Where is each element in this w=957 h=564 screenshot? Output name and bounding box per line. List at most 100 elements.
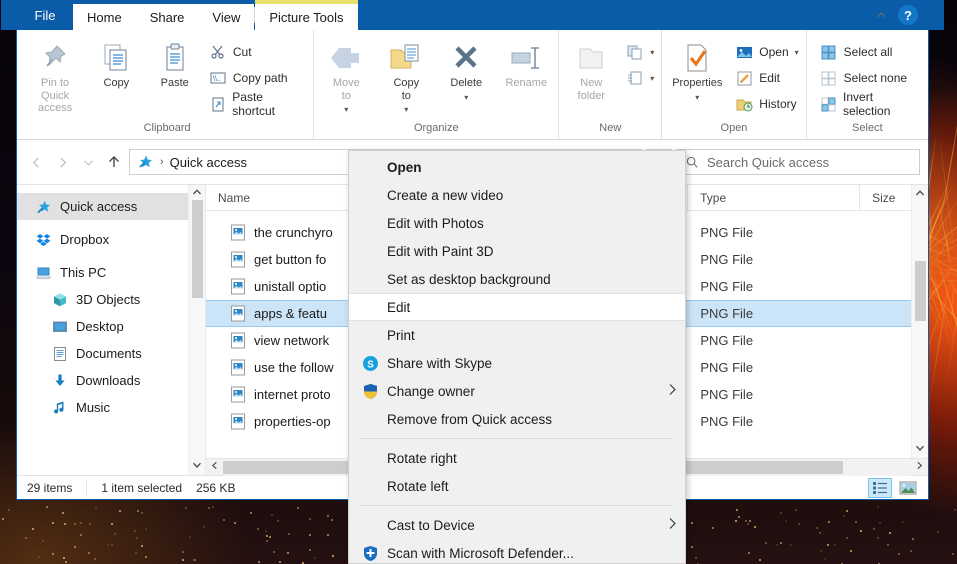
- scissors-icon: [209, 43, 227, 61]
- menu-separator: [361, 438, 673, 439]
- cut-button[interactable]: Cut: [205, 40, 310, 64]
- chevron-down-icon[interactable]: ▾: [795, 48, 799, 57]
- search-input[interactable]: Search Quick access: [676, 149, 920, 175]
- menu-item-edit-with-photos[interactable]: Edit with Photos: [349, 209, 685, 237]
- chevron-down-icon[interactable]: ▾: [650, 74, 654, 83]
- navigation-scroll-thumb[interactable]: [191, 200, 203, 298]
- paste-label: Paste: [160, 77, 189, 89]
- file-list-scrollbar[interactable]: [911, 185, 928, 458]
- tab-file-label: File: [34, 7, 56, 23]
- ribbon: Pin to Quick access Copy Paste Cut \\.. …: [17, 30, 928, 140]
- ribbon-group-organize: Move to ▾ Copy to ▾ Delete ▾ Rename Orga…: [313, 30, 558, 139]
- menu-item-label: Edit: [387, 299, 411, 315]
- copy-button[interactable]: Copy: [88, 36, 144, 94]
- menu-item-share-with-skype[interactable]: S Share with Skype: [349, 349, 685, 377]
- breadcrumb-path[interactable]: Quick access: [170, 155, 247, 170]
- copy-to-icon: [389, 40, 423, 74]
- sidebar-item-dropbox[interactable]: Dropbox: [17, 226, 188, 253]
- chevron-left-icon[interactable]: [206, 461, 223, 473]
- column-header-name-label: Name: [218, 190, 251, 205]
- up-button[interactable]: [103, 151, 125, 173]
- forward-button[interactable]: [51, 151, 73, 173]
- tab-file[interactable]: File: [17, 0, 73, 30]
- move-to-button[interactable]: Move to ▾: [317, 36, 375, 118]
- menu-item-rotate-right[interactable]: Rotate right: [349, 444, 685, 472]
- details-view-icon[interactable]: [868, 477, 892, 498]
- menu-item-change-owner[interactable]: Change owner: [349, 377, 685, 405]
- sidebar-item-music[interactable]: Music: [17, 394, 188, 421]
- chevron-down-icon[interactable]: ▾: [464, 93, 468, 102]
- paste-button[interactable]: Paste: [147, 36, 203, 94]
- open-button[interactable]: Open ▾: [731, 40, 802, 64]
- chevron-up-icon[interactable]: [192, 187, 202, 200]
- edit-button[interactable]: Edit: [731, 66, 802, 90]
- ribbon-controls: ?: [875, 5, 928, 30]
- select-none-button[interactable]: Select none: [816, 66, 925, 90]
- menu-item-remove-from-quick-access[interactable]: Remove from Quick access: [349, 405, 685, 433]
- ribbon-group-select: Select all Select none Invert selection: [805, 30, 928, 139]
- tab-home[interactable]: Home: [73, 4, 136, 30]
- tab-view[interactable]: View: [198, 4, 255, 30]
- history-button[interactable]: History: [731, 92, 802, 116]
- menu-item-edit[interactable]: Edit: [349, 293, 685, 321]
- menu-item-edit-with-paint-3d[interactable]: Edit with Paint 3D: [349, 237, 685, 265]
- sidebar-item-desktop[interactable]: Desktop: [17, 313, 188, 340]
- file-name-label: internet proto: [254, 387, 331, 402]
- select-small-buttons: Select all Select none Invert selection: [810, 36, 925, 118]
- menu-item-open[interactable]: Open: [349, 153, 685, 181]
- help-button[interactable]: ?: [898, 5, 918, 25]
- sidebar-item-quick-access[interactable]: Quick access: [17, 193, 188, 220]
- column-header-type[interactable]: Type: [688, 185, 861, 210]
- delete-button[interactable]: Delete ▾: [437, 36, 495, 106]
- paste-shortcut-button[interactable]: Paste shortcut: [205, 90, 310, 118]
- menu-item-rotate-left[interactable]: Rotate left: [349, 472, 685, 500]
- chevron-down-icon[interactable]: ▾: [650, 48, 654, 57]
- file-list-scroll-thumb[interactable]: [914, 261, 926, 321]
- select-all-button[interactable]: Select all: [816, 40, 925, 64]
- recent-locations-button[interactable]: [77, 151, 99, 173]
- chevron-down-icon[interactable]: ▾: [695, 93, 699, 102]
- sidebar-item-label: Downloads: [76, 373, 141, 388]
- chevron-down-icon[interactable]: ▾: [404, 105, 408, 114]
- copy-path-button[interactable]: \\.. Copy path: [205, 66, 310, 90]
- ribbon-tab-strip: File Home Share View Picture Tools ?: [1, 0, 944, 30]
- chevron-down-icon[interactable]: ▾: [344, 105, 348, 114]
- edit-label: Edit: [759, 71, 780, 85]
- menu-item-scan-with-microsoft-defender[interactable]: Scan with Microsoft Defender...: [349, 539, 685, 564]
- sidebar-item-documents[interactable]: Documents: [17, 340, 188, 367]
- pin-to-quick-access-button[interactable]: Pin to Quick access: [24, 36, 86, 119]
- group-label-open: Open: [720, 122, 748, 134]
- menu-item-set-as-desktop-background[interactable]: Set as desktop background: [349, 265, 685, 293]
- rename-button[interactable]: Rename: [497, 36, 555, 94]
- navigation-scrollbar[interactable]: [188, 185, 205, 475]
- delete-x-icon: [451, 40, 481, 74]
- menu-item-label: Rotate left: [387, 478, 449, 494]
- large-icons-view-icon[interactable]: [896, 478, 920, 498]
- properties-button[interactable]: Properties ▾: [665, 36, 729, 106]
- copy-icon: [101, 40, 131, 74]
- easy-access-button[interactable]: ▾: [622, 66, 658, 90]
- new-folder-button[interactable]: New folder: [562, 36, 620, 106]
- skype-icon: S: [353, 355, 387, 372]
- invert-selection-button[interactable]: Invert selection: [816, 90, 925, 118]
- png-file-icon: [231, 278, 245, 295]
- select-all-icon: [820, 43, 838, 61]
- arrow-up-icon: [109, 156, 119, 167]
- menu-item-cast-to-device[interactable]: Cast to Device: [349, 511, 685, 539]
- tab-share[interactable]: Share: [135, 4, 199, 30]
- svg-text:S: S: [367, 359, 374, 370]
- sidebar-item-3d-objects[interactable]: 3D Objects: [17, 286, 188, 313]
- menu-item-print[interactable]: Print: [349, 321, 685, 349]
- new-item-button[interactable]: ▾: [622, 40, 658, 64]
- chevron-down-icon[interactable]: [192, 460, 202, 473]
- copy-to-button[interactable]: Copy to ▾: [377, 36, 435, 118]
- chevron-up-icon[interactable]: [915, 187, 925, 201]
- sidebar-item-downloads[interactable]: Downloads: [17, 367, 188, 394]
- chevron-up-icon[interactable]: [875, 9, 888, 22]
- menu-item-create-a-new-video[interactable]: Create a new video: [349, 181, 685, 209]
- back-button[interactable]: [25, 151, 47, 173]
- chevron-down-icon[interactable]: [915, 442, 925, 456]
- tab-picture-tools[interactable]: Picture Tools: [255, 0, 358, 30]
- chevron-right-icon[interactable]: [911, 461, 928, 473]
- sidebar-item-this-pc[interactable]: This PC: [17, 259, 188, 286]
